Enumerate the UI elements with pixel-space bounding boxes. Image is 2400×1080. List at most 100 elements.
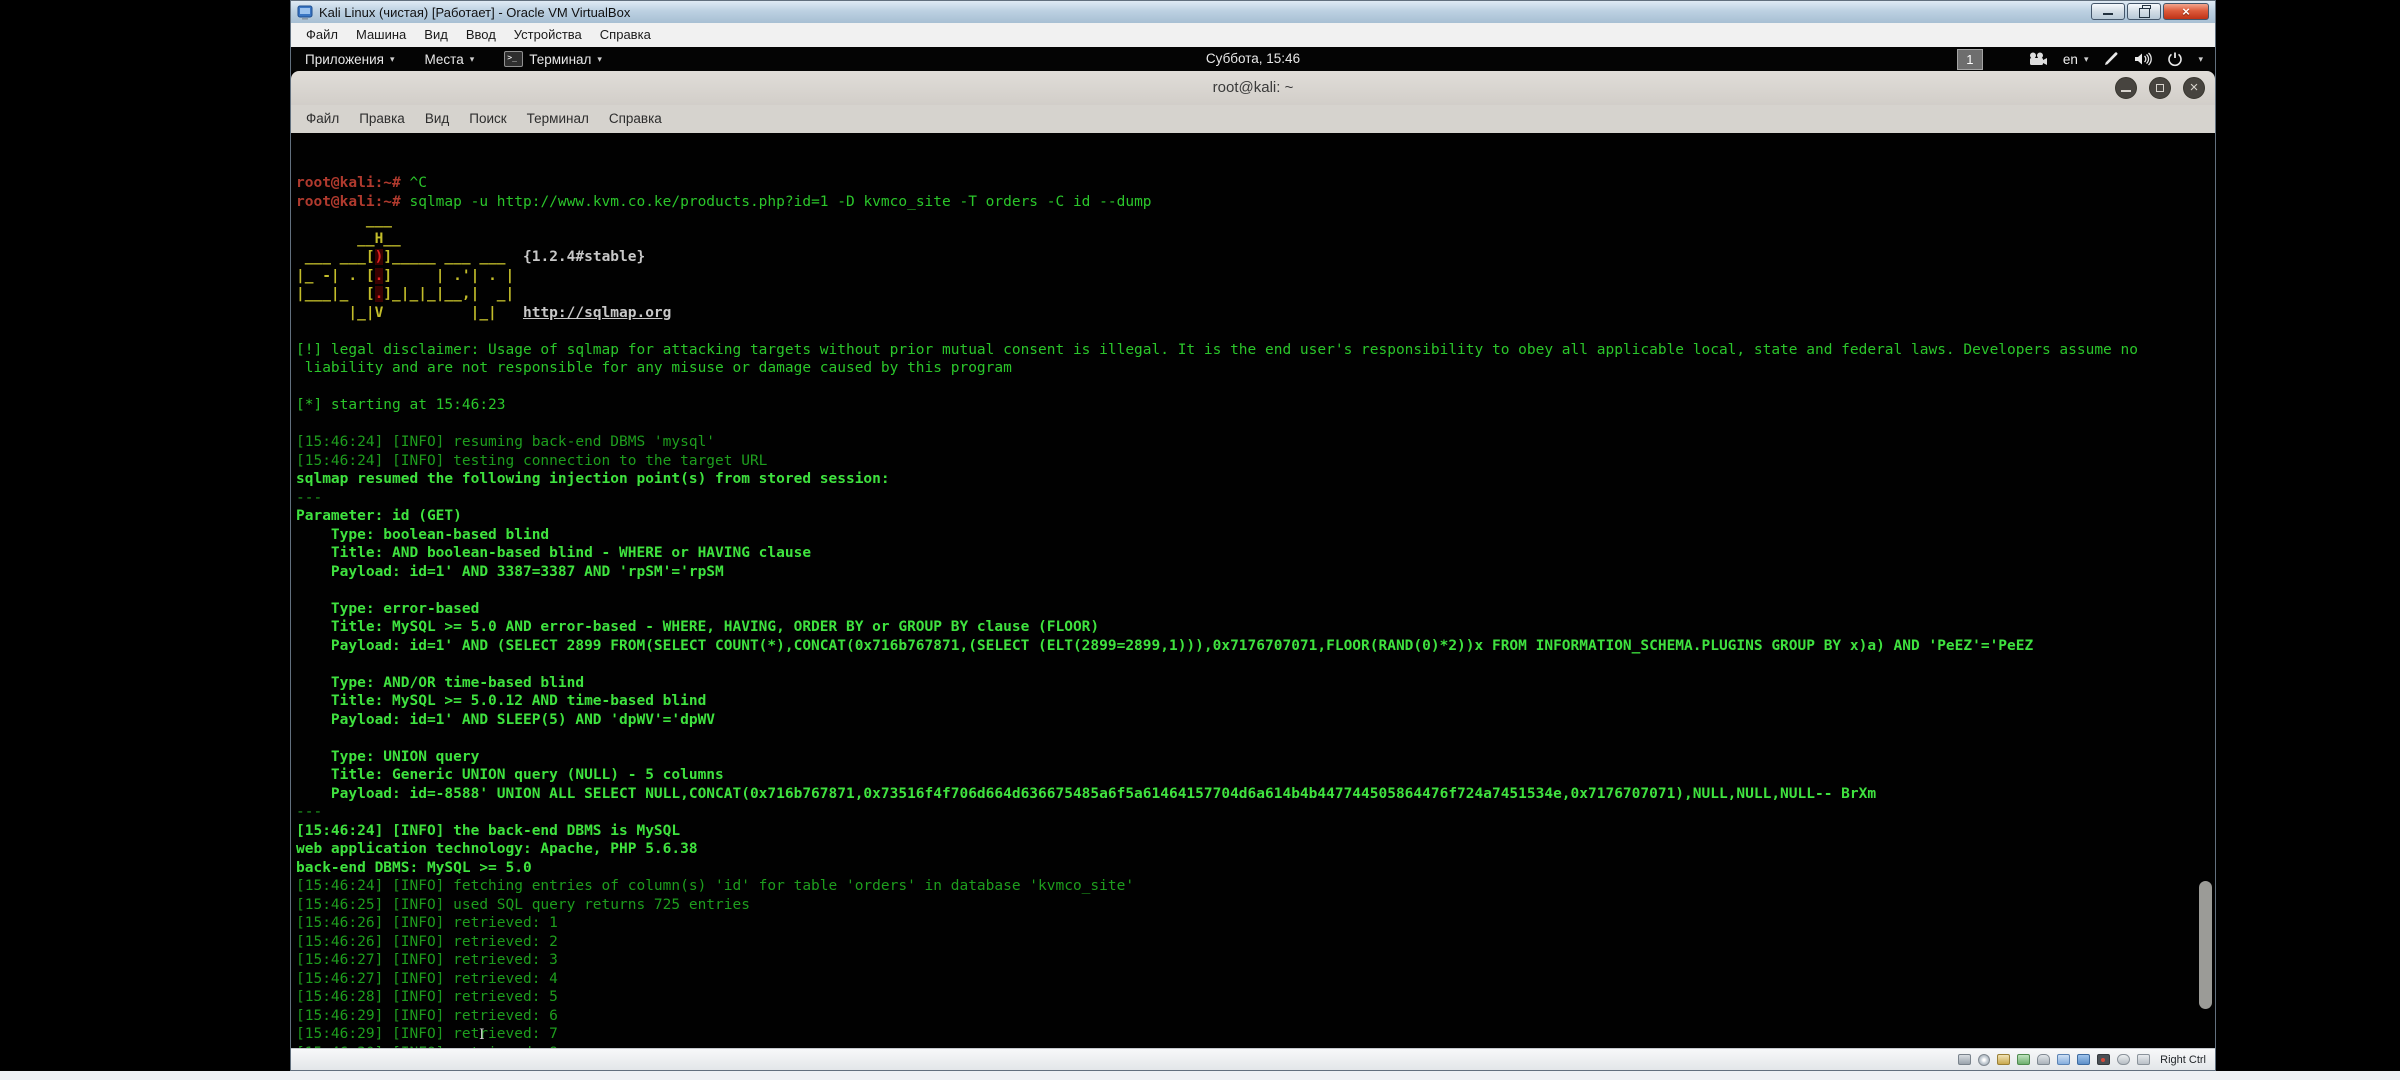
vm-screen: Приложения ▾ Места ▾ Терминал ▾ Суббота,… [291, 47, 2215, 1051]
screen-recorder-icon[interactable] [2028, 52, 2048, 66]
terminal-line [296, 655, 2215, 674]
scrollbar-thumb[interactable] [2199, 881, 2212, 1009]
terminal-line: web application technology: Apache, PHP … [296, 840, 2215, 859]
status-icon-optical[interactable] [1978, 1054, 1990, 1066]
text-cursor: I [479, 1026, 485, 1045]
terminal-line [296, 378, 2215, 397]
status-icon-shared-folder[interactable] [2057, 1054, 2070, 1065]
terminal-menu-item-2[interactable]: Правка [349, 105, 415, 133]
vbox-menu-item-2[interactable]: Машина [347, 23, 415, 47]
terminal-line: ___ ___[)]_____ ___ ___ {1.2.4#stable} [296, 248, 2215, 267]
workspace-indicator[interactable]: 1 [1957, 49, 1983, 70]
close-icon: × [2182, 4, 2190, 19]
terminal-title: root@kali: ~ [291, 71, 2215, 105]
terminal-line: root@kali:~# sqlmap -u http://www.kvm.co… [296, 193, 2215, 212]
terminal-line: [15:46:29] [INFO] retrieved: 6 [296, 1007, 2215, 1026]
terminal-line: [15:46:24] [INFO] testing connection to … [296, 452, 2215, 471]
terminal-menu-item-3[interactable]: Вид [415, 105, 459, 133]
vbox-menu-item-4[interactable]: Ввод [457, 23, 505, 47]
kali-top-bar: Приложения ▾ Места ▾ Терминал ▾ Суббота,… [291, 47, 2215, 71]
host-key-label: Right Ctrl [2160, 1054, 2206, 1066]
terminal-line: |_ -| . [.] | .'| . | [296, 267, 2215, 286]
terminal-minimize-button[interactable] [2115, 77, 2137, 99]
terminal-menu-item-4[interactable]: Поиск [459, 105, 516, 133]
status-icon-usb[interactable] [2037, 1054, 2050, 1065]
terminal-line: [15:46:24] [INFO] fetching entries of co… [296, 877, 2215, 896]
terminal-line: back-end DBMS: MySQL >= 5.0 [296, 859, 2215, 878]
keyboard-layout-switcher[interactable]: en ▾ [2063, 52, 2089, 67]
terminal-line: [15:46:28] [INFO] retrieved: 5 [296, 988, 2215, 1007]
terminal-menubar: ФайлПравкаВидПоискТерминалСправка [291, 105, 2215, 134]
minimize-icon [2103, 13, 2113, 15]
system-tray: 1 en ▾ [1957, 47, 2203, 71]
vbox-menu-item-6[interactable]: Справка [591, 23, 660, 47]
terminal-line: Parameter: id (GET) [296, 507, 2215, 526]
terminal-close-button[interactable]: × [2183, 77, 2205, 99]
terminal-menu-item-5[interactable]: Терминал [517, 105, 599, 133]
terminal-line: |_|V |_| http://sqlmap.org [296, 304, 2215, 323]
status-icon-recording[interactable] [2097, 1054, 2110, 1065]
vbox-menu-item-1[interactable]: Файл [297, 23, 347, 47]
terminal-line [296, 729, 2215, 748]
vbox-menu-item-5[interactable]: Устройства [505, 23, 591, 47]
chevron-down-icon: ▾ [2084, 54, 2089, 65]
terminal-line: Payload: id=-8588' UNION ALL SELECT NULL… [296, 785, 2215, 804]
virtualbox-window: Kali Linux (чистая) [Работает] - Oracle … [290, 0, 2216, 1071]
terminal-line: [15:46:24] [INFO] resuming back-end DBMS… [296, 433, 2215, 452]
pen-tablet-icon[interactable] [2103, 51, 2119, 67]
terminal-line: Type: AND/OR time-based blind [296, 674, 2215, 693]
status-icon-mouse[interactable] [2117, 1054, 2130, 1065]
clock[interactable]: Суббота, 15:46 [291, 47, 2215, 71]
virtualbox-app-icon [297, 5, 313, 20]
chevron-down-icon[interactable]: ▾ [2198, 54, 2203, 65]
minimize-button[interactable] [2091, 3, 2125, 20]
vbox-statusbar: Right Ctrl [291, 1048, 2215, 1070]
restore-button[interactable] [2127, 3, 2161, 20]
terminal-output[interactable]: root@kali:~# ^Croot@kali:~# sqlmap -u ht… [291, 133, 2215, 1051]
terminal-line [296, 581, 2215, 600]
terminal-line: sqlmap resumed the following injection p… [296, 470, 2215, 489]
status-icons [1958, 1054, 2150, 1066]
terminal-line: --- [296, 803, 2215, 822]
status-icon-network[interactable] [2017, 1054, 2030, 1065]
maximize-icon [2156, 84, 2164, 92]
terminal-titlebar[interactable]: root@kali: ~ × [291, 71, 2215, 106]
keyboard-layout-label: en [2063, 52, 2078, 67]
terminal-line: liability and are not responsible for an… [296, 359, 2215, 378]
terminal-menu-item-6[interactable]: Справка [599, 105, 672, 133]
terminal-line: ___ [296, 211, 2215, 230]
vbox-menu-item-3[interactable]: Вид [415, 23, 457, 47]
terminal-line: [*] starting at 15:46:23 [296, 396, 2215, 415]
terminal-line: Title: MySQL >= 5.0 AND error-based - WH… [296, 618, 2215, 637]
terminal-line [296, 322, 2215, 341]
window-titlebar[interactable]: Kali Linux (чистая) [Работает] - Oracle … [291, 1, 2215, 24]
terminal-line: [!] legal disclaimer: Usage of sqlmap fo… [296, 341, 2215, 360]
terminal-line: Title: AND boolean-based blind - WHERE o… [296, 544, 2215, 563]
terminal-line: __H__ [296, 230, 2215, 249]
terminal-line: [15:46:24] [INFO] the back-end DBMS is M… [296, 822, 2215, 841]
terminal-line: root@kali:~# ^C [296, 174, 2215, 193]
status-icon-hdd[interactable] [1958, 1054, 1971, 1065]
terminal-menu-item-1[interactable]: Файл [296, 105, 349, 133]
terminal-line: Payload: id=1' AND SLEEP(5) AND 'dpWV'='… [296, 711, 2215, 730]
power-icon[interactable] [2167, 51, 2183, 67]
terminal-line: Type: error-based [296, 600, 2215, 619]
window-title: Kali Linux (чистая) [Работает] - Oracle … [319, 5, 630, 20]
volume-icon[interactable] [2134, 52, 2152, 66]
terminal-line: [15:46:27] [INFO] retrieved: 4 [296, 970, 2215, 989]
terminal-line: Title: MySQL >= 5.0.12 AND time-based bl… [296, 692, 2215, 711]
minimize-icon [2121, 90, 2131, 92]
close-button[interactable]: × [2163, 3, 2209, 20]
terminal-window-controls: × [2115, 77, 2205, 99]
terminal-line: [15:46:26] [INFO] retrieved: 1 [296, 914, 2215, 933]
terminal-line: Type: UNION query [296, 748, 2215, 767]
terminal-maximize-button[interactable] [2149, 77, 2171, 99]
status-icon-display[interactable] [2077, 1054, 2090, 1065]
terminal-line: [15:46:29] [INFO] retrieved: 7 [296, 1025, 2215, 1044]
vbox-menubar: ФайлМашинаВидВводУстройстваСправка [291, 23, 2215, 48]
desktop: Kali Linux (чистая) [Работает] - Oracle … [0, 0, 2400, 1080]
terminal-line: |___|_ [.]_|_|_|__,| _| [296, 285, 2215, 304]
status-icon-audio[interactable] [1997, 1054, 2010, 1065]
status-icon-keyboard[interactable] [2137, 1054, 2150, 1065]
terminal-line [296, 415, 2215, 434]
